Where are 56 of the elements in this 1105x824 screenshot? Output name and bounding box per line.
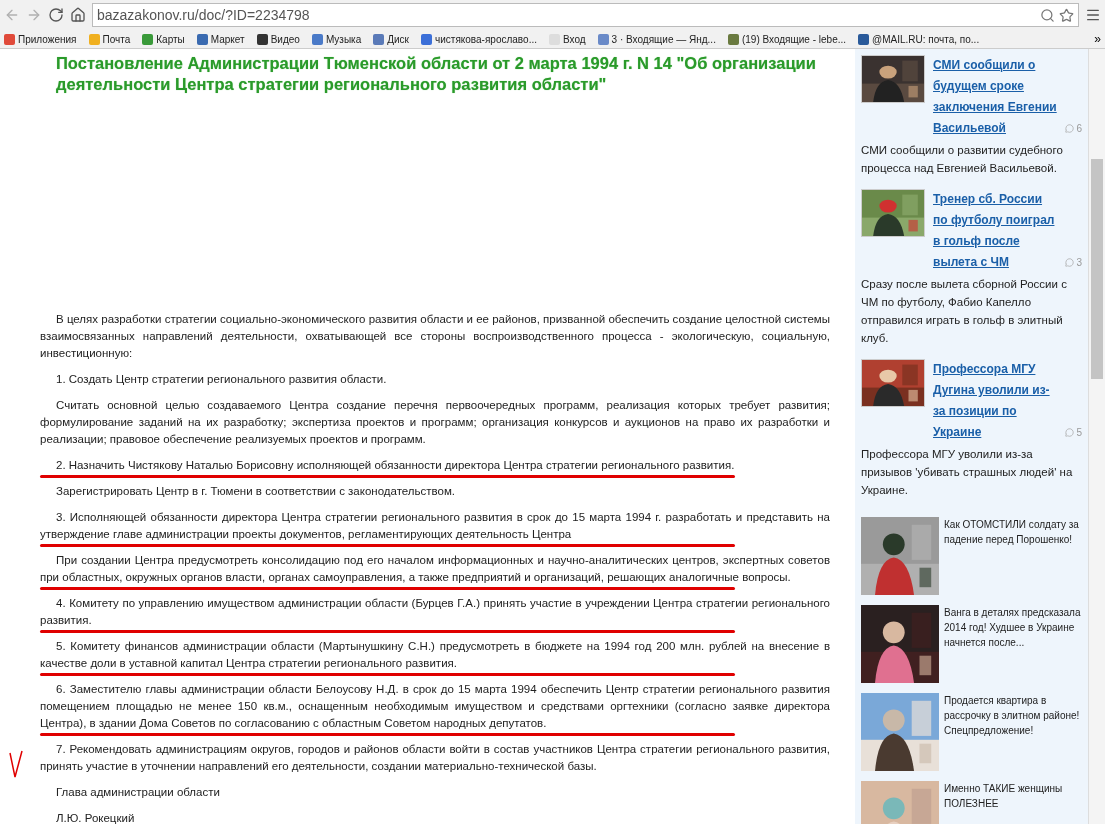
bookmark[interactable]: Вход — [548, 31, 586, 47]
bookmark[interactable]: 3 · Входящие — Янд... — [597, 31, 716, 47]
check-mark-drawing — [8, 749, 24, 779]
paragraph: Зарегистрировать Центр в г. Тюмени в соответствии с законодательством. — [55, 484, 456, 499]
comment-icon — [1065, 258, 1075, 267]
ad-text: Именно ТАКИЕ женщины ПОЛЕЗНЕЕ — [944, 782, 1064, 811]
scrollbar-thumb[interactable] — [1091, 159, 1103, 379]
news-link[interactable]: Тренер сб. России по футболу поиграл в гольф после вылета с ЧМ — [933, 189, 1058, 273]
comment-icon — [1065, 428, 1075, 437]
ad-item[interactable]: Ванга в деталях предсказала 2014 год! Худшее в Украине начнется после... — [861, 605, 1082, 683]
paragraph: 1. Создать Центр стратегии регионального развития области. — [55, 372, 388, 387]
news-link[interactable]: СМИ сообщили о будущем сроке заключения Евгении Васильевой — [933, 55, 1058, 139]
ad-text: Продается квартира в рассрочку в элитном районе! Спецпредложение! — [944, 694, 1081, 738]
bookmark[interactable]: Музыка — [311, 31, 362, 47]
news-link[interactable]: Профессора МГУ Дугина уволили из-за позиции по Украине — [933, 359, 1058, 443]
paragraph: 2. Назначить Чистякову Наталью Борисовну исполняющей обязанности директора Центра стратегии регионального развития. — [55, 458, 736, 473]
ad-item[interactable]: Продается квартира в рассрочку в элитном районе! Спецпредложение! — [861, 693, 1082, 771]
bookmark[interactable]: чистякова-ярославо... — [421, 31, 537, 47]
paragraph: Л.Ю. Рокецкий — [55, 811, 136, 824]
paragraph: 7. Рекомендовать администрациям округов, городов и районов области войти в состав участников Центра стратегии регионального развития, принять участие в уточнении направлений его деятельности, создании материально-технической базы. — [40, 742, 830, 774]
news-summary: СМИ сообщили о развитии судебного процесса над Евгенией Васильевой. — [861, 143, 1064, 176]
bookmark[interactable]: Приложения — [4, 31, 77, 47]
search-icon[interactable] — [1040, 7, 1055, 23]
bookmark[interactable]: (19) Входящие - lebe... — [727, 31, 847, 47]
home-icon[interactable] — [70, 7, 86, 23]
ad-text: Как ОТОМСТИЛИ солдату за падение перед Порошенко! — [944, 518, 1080, 547]
menu-icon[interactable] — [1085, 7, 1101, 23]
news-summary: Сразу после вылета сборной России с ЧМ по футболу, Фабио Капелло отправился играть в гольф в элитный клуб. — [861, 277, 1068, 346]
paragraph: При создании Центра предусмотреть консолидацию под его началом информационных и научно-аналитических центров, экспертных советов при областных, окружных органов власти, органах самоуправления, а также предприятий и организаций, решающих аналогичные вопросы. — [40, 553, 830, 585]
star-icon[interactable] — [1059, 7, 1074, 23]
ad-text: Ванга в деталях предсказала 2014 год! Худшее в Украине начнется после... — [944, 606, 1082, 650]
paragraph: 4. Комитету по управлению имуществом администрации области (Бурцев Г.А.) принять участие в учреждении Центра стратегии регионального развития. — [40, 596, 830, 628]
bookmark[interactable]: Почта — [88, 31, 131, 47]
more-bookmarks-button[interactable]: » — [1094, 30, 1101, 48]
ad-item[interactable]: Как ОТОМСТИЛИ солдату за падение перед Порошенко! — [861, 517, 1082, 595]
comment-count: 5 — [1076, 426, 1082, 440]
paragraph: Глава администрации области — [55, 785, 221, 800]
bookmark[interactable]: Карты — [142, 31, 185, 47]
comment-icon — [1065, 124, 1075, 133]
address-bar[interactable]: bazazakonov.ru/doc/?ID=2234798 — [92, 3, 1079, 27]
bookmark[interactable]: @MAIL.RU: почта, по... — [858, 31, 980, 47]
news-summary: Профессора МГУ уволили из-за призывов 'убивать страшных людей' на Украине. — [861, 447, 1074, 498]
ad-item[interactable]: Именно ТАКИЕ женщины ПОЛЕЗНЕЕ — [861, 781, 1082, 824]
paragraph: Считать основной целью создаваемого Центра создание перечня первоочередных программ, реализация которых требует развития; формулирование заданий на их разработку; экспертиза проектов и программ; организация конкурсов и аукционов на право их разработки и реализации; правовое обеспечение реализуемых проектов и программ. — [40, 398, 830, 447]
paragraph: В целях разработки стратегии социально-экономического развития области и ее районов, призванной обеспечить создание целостной системы взаимосвязанных направлений деятельности, охватывающей все стороны воспроизводственного процесса - экологическую, социальную, инвестиционную: — [40, 312, 830, 361]
paragraph: 5. Комитету финансов администрации области (Мартынушкину С.Н.) предусмотреть в бюджете на 1994 год 200 млн. рублей на внесение в качестве доли в уставной капитал Центра стратегии регионального развития. — [40, 639, 830, 671]
comment-count: 3 — [1076, 256, 1082, 270]
bookmark[interactable]: Маркет — [196, 31, 245, 47]
paragraph: 3. Исполняющей обязанности директора Центра стратегии регионального развития в срок до 15 марта 1994 г. разработать и представить на утверждение главе администрации проекты документов, регламентирующих деятельность Центра — [40, 510, 830, 542]
reload-icon[interactable] — [48, 7, 64, 23]
bookmark[interactable]: Диск — [373, 31, 409, 47]
paragraph: 6. Заместителю главы администрации области Белоусову Н.Д. в срок до 15 марта 1994 обеспечить Центр стратегии регионального развития помещением площадью не менее 150 кв.м., оснащенным необходимым имуществом и средствами оргтехники (согласно заявке директора Центра), в здании Дома Советов по согласованию с областным Советом народных депутатов. — [40, 682, 830, 731]
comment-count: 6 — [1076, 122, 1082, 136]
document-title: Постановление Администрации Тюменской области от 2 марта 1994 г. N 14 "Об организации деятельности Центра стратегии регионального развития области" — [55, 53, 817, 95]
url-text: bazazakonov.ru/doc/?ID=2234798 — [97, 5, 311, 25]
bookmark[interactable]: Видео — [256, 31, 300, 47]
